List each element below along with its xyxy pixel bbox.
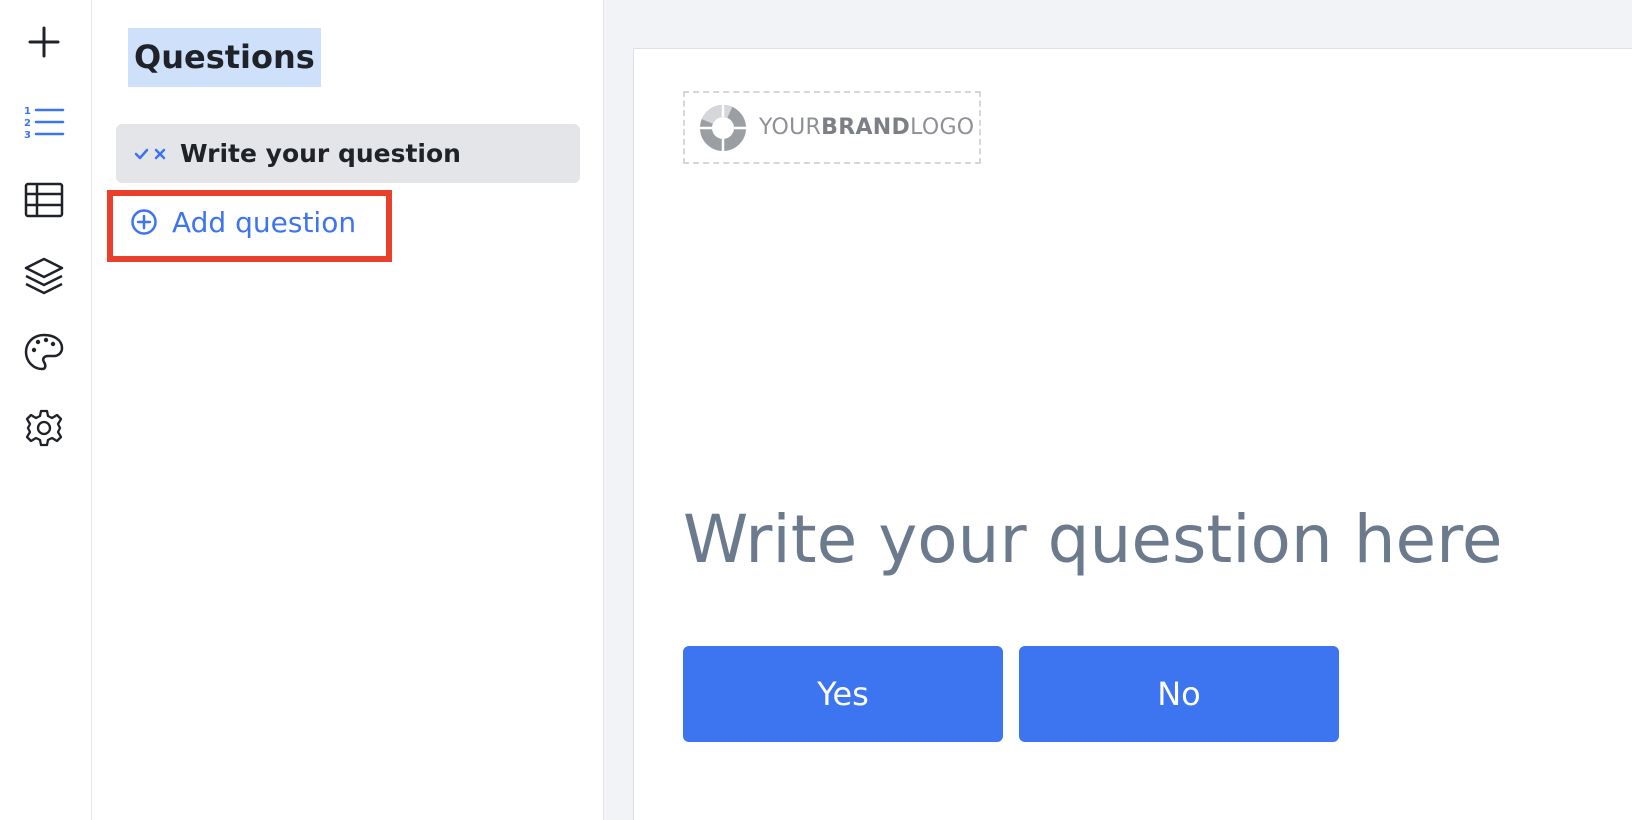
results-nav-button[interactable]	[18, 174, 70, 226]
table-icon	[24, 182, 64, 218]
add-question-label: Add question	[172, 205, 357, 239]
layers-icon	[24, 257, 64, 295]
no-button[interactable]: No	[1019, 646, 1339, 742]
question-list-item-label: Write your question	[180, 139, 461, 168]
question-preview-card: YOURBRANDLOGO Write your question here Y…	[633, 48, 1632, 820]
brand-logo-text: YOURBRANDLOGO	[759, 115, 975, 140]
panel-title: Questions	[128, 28, 321, 87]
add-question-button[interactable]: Add question	[116, 196, 356, 248]
palette-icon	[24, 333, 64, 371]
numbered-list-icon: 1 2 3	[24, 106, 65, 141]
questions-nav-button[interactable]: 1 2 3	[18, 96, 70, 148]
plus-icon	[28, 26, 60, 58]
yes-button[interactable]: Yes	[683, 646, 1003, 742]
question-list-item[interactable]: Write your question	[116, 124, 580, 183]
question-heading[interactable]: Write your question here	[683, 501, 1502, 578]
settings-nav-button[interactable]	[18, 402, 70, 454]
yes-no-icon	[134, 145, 168, 163]
icon-rail: 1 2 3	[0, 0, 92, 820]
design-nav-button[interactable]	[18, 326, 70, 378]
brand-logo-placeholder[interactable]: YOURBRANDLOGO	[683, 91, 981, 164]
svg-text:2: 2	[24, 118, 31, 129]
svg-text:1: 1	[24, 106, 31, 117]
layers-nav-button[interactable]	[18, 250, 70, 302]
logo-ring-icon	[700, 104, 746, 151]
svg-text:3: 3	[24, 130, 31, 141]
questions-panel: Questions Write your question Add questi…	[92, 0, 604, 820]
plus-circle-icon	[131, 209, 157, 235]
gear-icon	[25, 409, 63, 447]
add-element-button[interactable]	[18, 16, 70, 68]
